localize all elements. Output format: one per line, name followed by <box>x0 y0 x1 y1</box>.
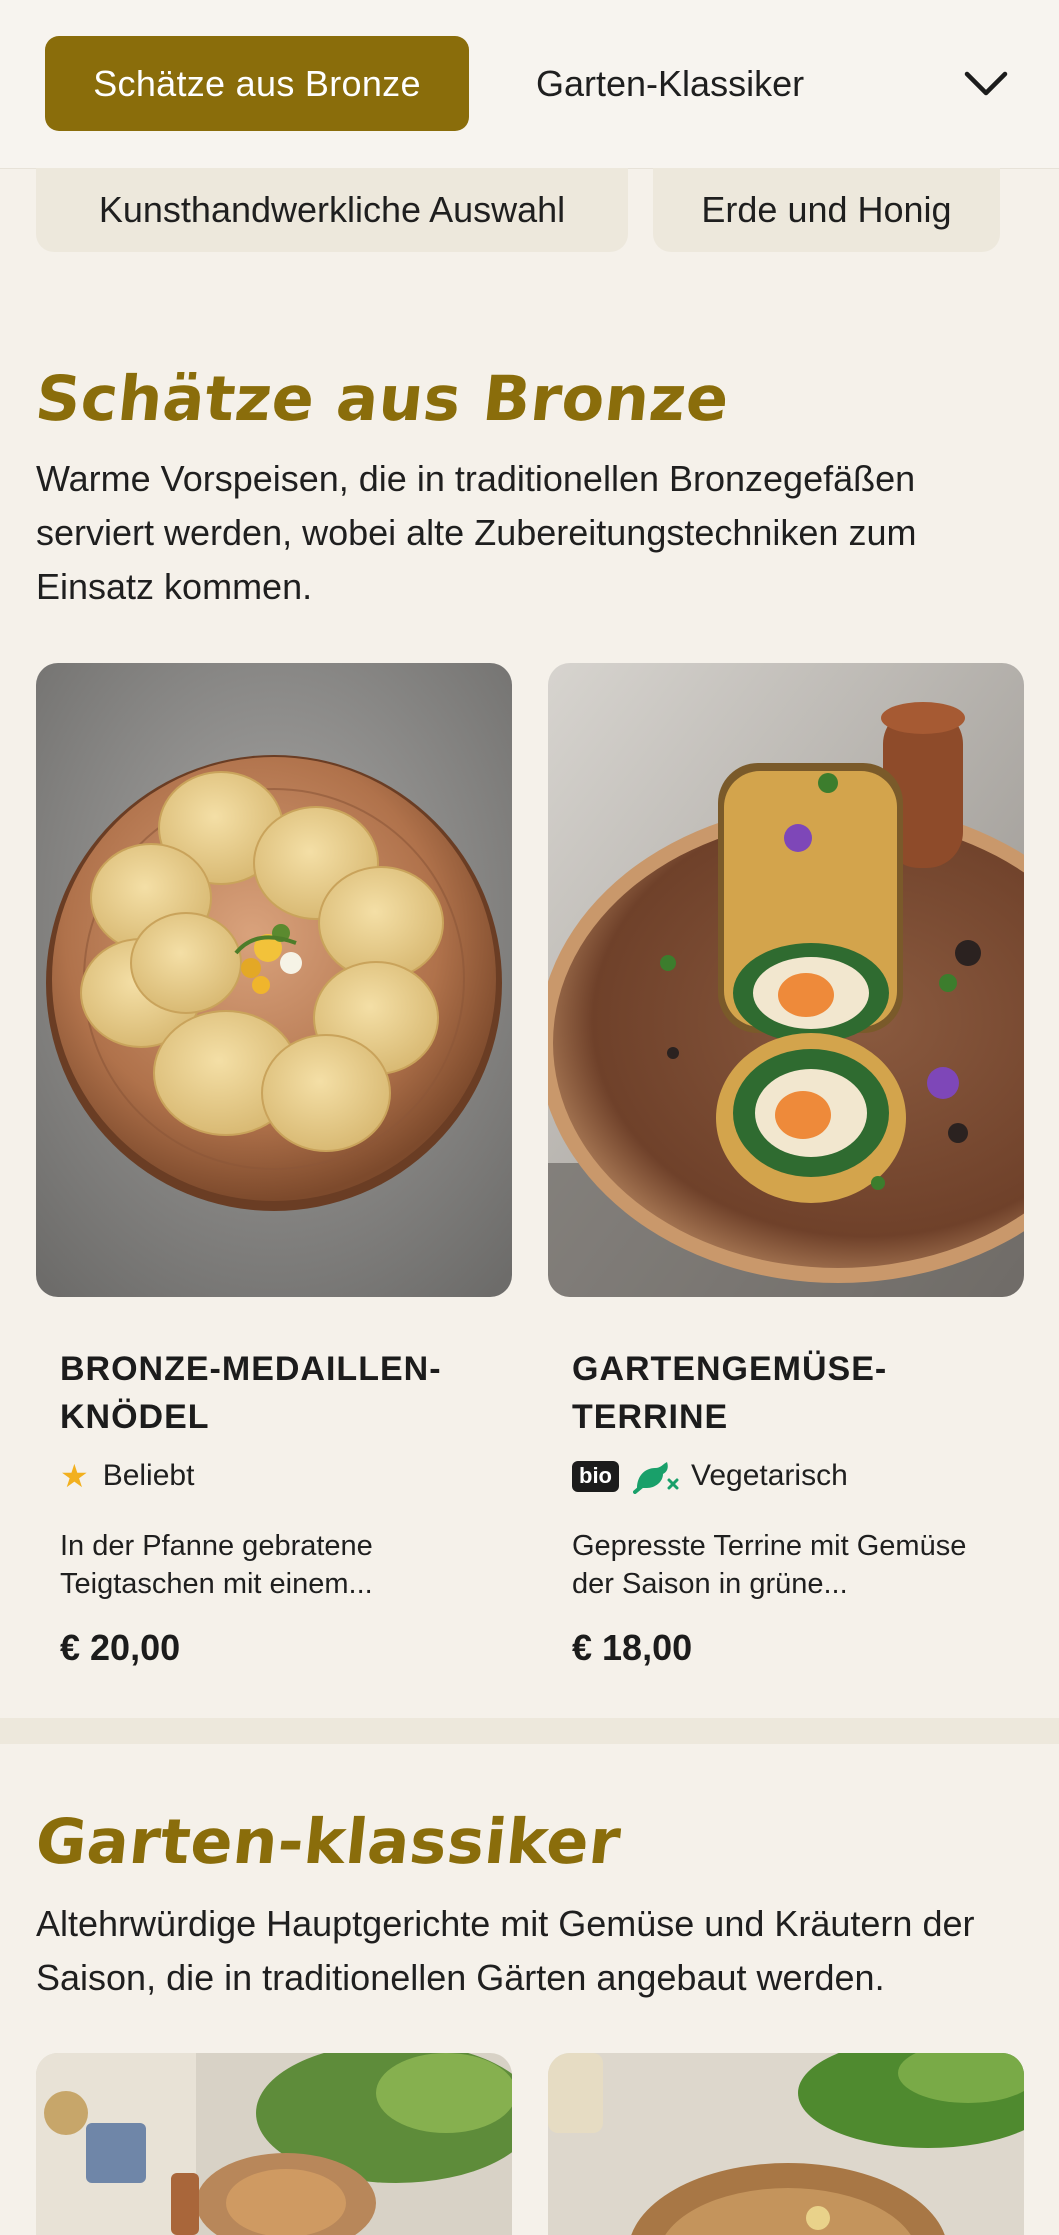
dish-price: € 18,00 <box>572 1627 693 1668</box>
nav-tab-garten-klassiker[interactable]: Garten-Klassiker <box>536 36 804 131</box>
bio-badge: bio <box>572 1460 619 1492</box>
dish-title: BRONZE-MEDAILLEN-KNÖDEL <box>60 1350 442 1436</box>
dish-title: GARTENGEMÜSE-TERRINE <box>572 1350 888 1436</box>
section-title: Schätze aus Bronze <box>32 362 733 435</box>
dish-image-garden-1[interactable] <box>36 2053 512 2235</box>
nav-tab-label: Garten-Klassiker <box>536 62 805 104</box>
dish-description: Gepresste Terrine mit Gemüse der Saison … <box>572 1530 967 1600</box>
dish-tag-label: Vegetarisch <box>691 1459 848 1492</box>
nav-tab-erde-und-honig[interactable]: Erde und Honig <box>653 168 1000 252</box>
dish-image-garden-2[interactable] <box>548 2053 1024 2235</box>
nav-tab-label: Erde und Honig <box>701 189 952 230</box>
dish-tags: ★ Beliebt <box>60 1456 194 1496</box>
dish-image-knoedel[interactable] <box>36 663 512 1297</box>
dish-tags: bio Vegetarisch <box>572 1456 848 1496</box>
category-nav: Schätze aus Bronze Garten-Klassiker <box>0 0 1059 169</box>
nav-tab-label: Schätze aus Bronze <box>93 62 421 104</box>
star-icon: ★ <box>60 1458 89 1494</box>
nav-tab-label: Kunsthandwerkliche Auswahl <box>98 189 566 230</box>
vegetarian-icon <box>633 1458 679 1494</box>
dish-image-terrine[interactable] <box>548 663 1024 1297</box>
chevron-down-icon <box>964 71 1008 95</box>
nav-tab-kunsthandwerkliche-auswahl[interactable]: Kunsthandwerkliche Auswahl <box>36 168 628 252</box>
section-description: Warme Vorspeisen, die in traditionellen … <box>36 458 917 607</box>
dish-tag-label: Beliebt <box>102 1459 195 1492</box>
nav-expand-button[interactable] <box>940 36 1032 131</box>
section-title: Garten-klassiker <box>32 1805 625 1878</box>
section-description: Altehrwürdige Hauptgerichte mit Gemüse u… <box>36 1903 975 1998</box>
nav-tab-schaetze-aus-bronze[interactable]: Schätze aus Bronze <box>45 36 469 131</box>
section-divider <box>0 1718 1059 1744</box>
dish-price: € 20,00 <box>60 1627 181 1668</box>
dish-description: In der Pfanne gebratene Teigtaschen mit … <box>60 1530 373 1600</box>
